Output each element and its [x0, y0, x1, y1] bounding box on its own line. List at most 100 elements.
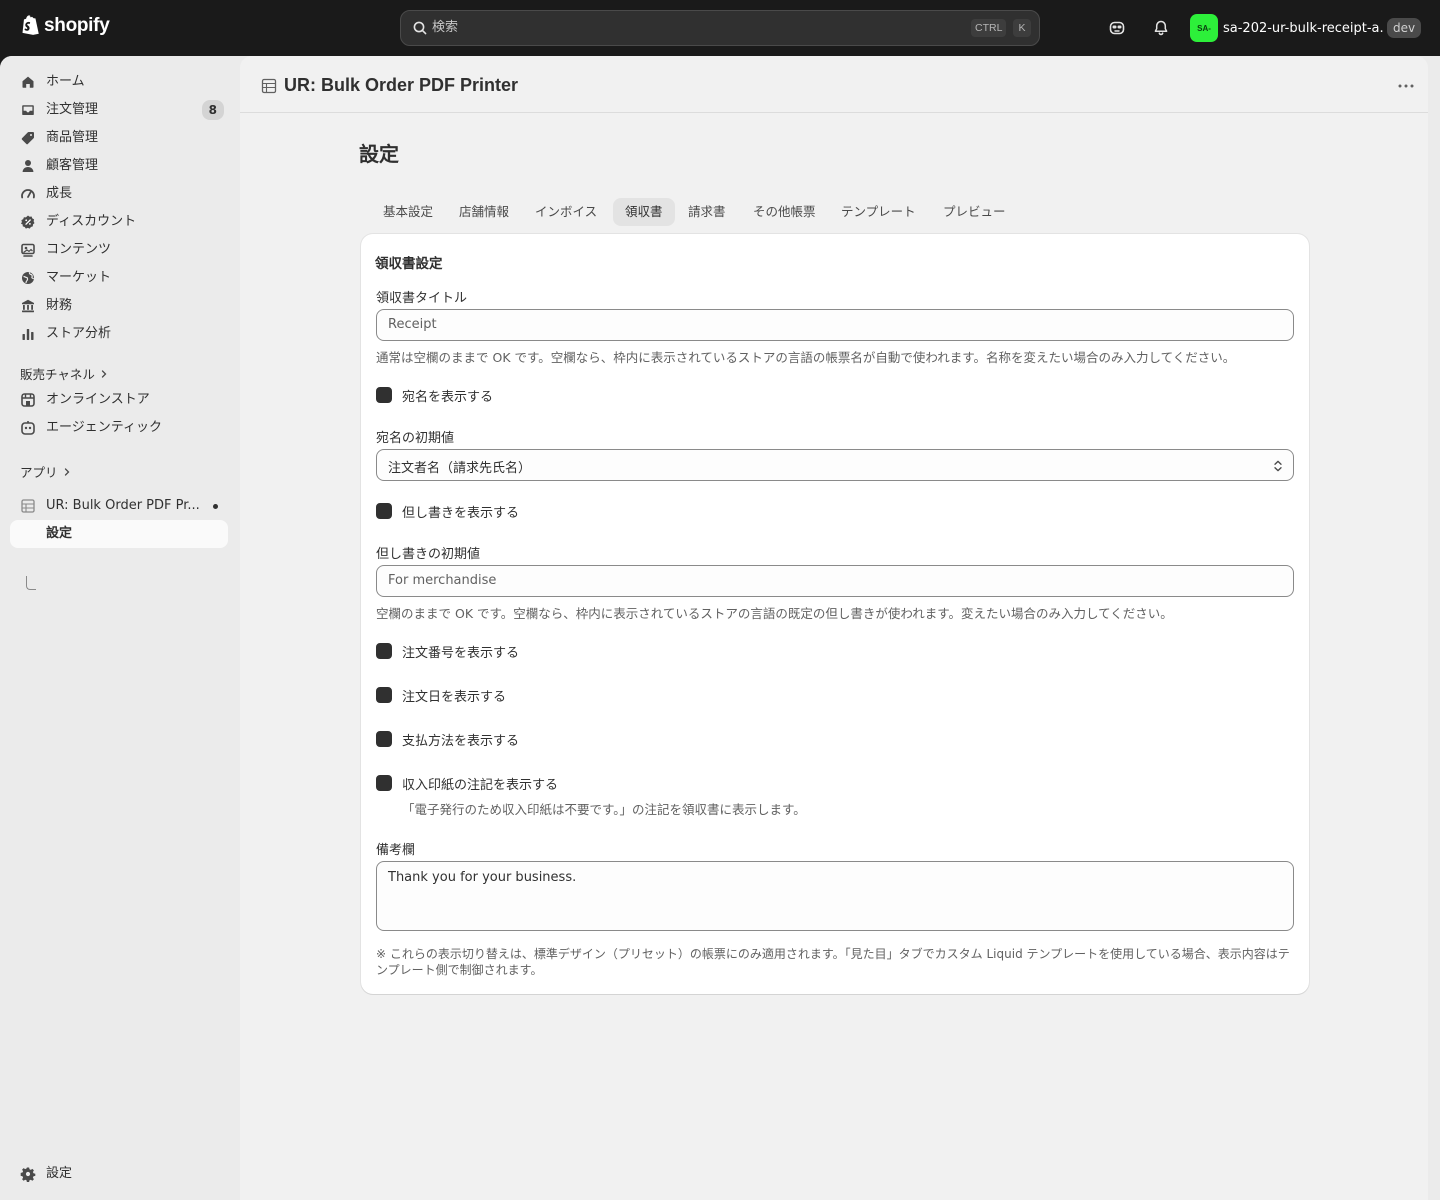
receipt-title-input[interactable]: Receipt — [376, 309, 1294, 341]
sidebar-item-home[interactable]: ホーム — [10, 68, 228, 96]
checkbox-label: 但し書きを表示する — [402, 505, 520, 521]
sidebar-item-app[interactable]: UR: Bulk Order PDF Pr... — [10, 492, 228, 520]
sidebar-item-label: ディスカウント — [46, 214, 137, 229]
app-title-bar: UR: Bulk Order PDF Printer — [240, 56, 1428, 113]
main-content: UR: Bulk Order PDF Printer 設定 基本設定 店舗情報 … — [240, 56, 1428, 1200]
sidebar-item-label: ストア分析 — [46, 326, 112, 341]
checkbox-label: 支払方法を表示する — [402, 733, 520, 749]
content-icon — [21, 243, 35, 257]
sidekick-button[interactable] — [1105, 16, 1129, 40]
shopify-bag-icon — [22, 15, 39, 35]
checkbox-box[interactable] — [376, 387, 392, 403]
app-table-icon — [261, 78, 277, 94]
sidebar-item-agentic[interactable]: エージェンティック — [10, 414, 228, 442]
show-order-number-checkbox[interactable]: 注文番号を表示する — [376, 642, 520, 661]
sidebar-item-label: コンテンツ — [46, 242, 112, 257]
checkbox-box[interactable] — [376, 687, 392, 703]
tab-basic[interactable]: 基本設定 — [371, 198, 445, 226]
sidekick-icon — [1109, 21, 1125, 35]
more-actions-button[interactable] — [1392, 74, 1420, 98]
store-icon — [21, 393, 35, 407]
sidebar-item-settings[interactable]: 設定 — [10, 1160, 228, 1188]
receipt-title-help: 通常は空欄のままで OK です。空欄なら、枠内に表示されているストアの言語の帳票… — [376, 350, 1236, 365]
sidebar-item-customers[interactable]: 顧客管理 — [10, 152, 228, 180]
store-env-badge: dev — [1387, 18, 1422, 38]
gauge-icon — [21, 189, 35, 199]
sidebar: ホーム 注文管理 8 商品管理 顧客管理 成長 ディスカウント コンテンツ マー… — [0, 56, 240, 1200]
proviso-default-label: 但し書きの初期値 — [376, 547, 481, 562]
app-pin-dot[interactable] — [213, 504, 218, 509]
checkbox-box[interactable] — [376, 775, 392, 791]
tab-invoice[interactable]: インボイス — [523, 198, 609, 226]
gear-icon — [20, 1167, 36, 1182]
card-title: 領収書設定 — [375, 256, 443, 272]
chevron-right-icon — [101, 369, 107, 378]
tab-template[interactable]: テンプレート — [829, 198, 928, 226]
apps-heading[interactable]: アプリ — [20, 462, 72, 481]
sidebar-item-label: マーケット — [46, 270, 112, 285]
page-title: 設定 — [359, 142, 399, 166]
addressee-default-select[interactable]: 注文者名（請求先氏名） — [376, 449, 1294, 481]
checkbox-box[interactable] — [376, 731, 392, 747]
sidebar-item-app-settings[interactable]: 設定 — [10, 520, 228, 548]
inbox-icon — [22, 105, 34, 115]
proviso-help: 空欄のままで OK です。空欄なら、枠内に表示されているストアの言語の既定の但し… — [376, 606, 1173, 621]
show-stamp-note-checkbox[interactable]: 収入印紙の注記を表示する — [376, 774, 559, 793]
proviso-default-input[interactable]: For merchandise — [376, 565, 1294, 597]
tab-store-info[interactable]: 店舗情報 — [447, 198, 521, 226]
tab-other-documents[interactable]: その他帳票 — [741, 198, 828, 226]
store-menu-button[interactable]: SA- sa-202-ur-bulk-receipt-a... dev — [1190, 14, 1422, 42]
show-payment-method-checkbox[interactable]: 支払方法を表示する — [376, 730, 520, 749]
sales-channels-heading[interactable]: 販売チャネル — [20, 364, 109, 383]
tree-connector — [26, 576, 36, 590]
sidebar-item-label: 設定 — [46, 526, 73, 541]
select-chevron-icon — [1274, 460, 1282, 472]
checkbox-label: 宛名を表示する — [402, 389, 494, 405]
receipt-title-label: 領収書タイトル — [376, 291, 468, 306]
scrollbar[interactable] — [1428, 56, 1440, 1200]
sidebar-item-label: エージェンティック — [46, 420, 162, 435]
shopify-logo[interactable]: shopify — [20, 14, 110, 38]
remarks-textarea[interactable]: Thank you for your business. — [376, 861, 1294, 931]
addressee-default-label: 宛名の初期値 — [376, 431, 455, 446]
checkbox-label: 収入印紙の注記を表示する — [402, 777, 559, 793]
ellipsis-icon — [1398, 84, 1414, 88]
sidebar-item-label: 顧客管理 — [46, 158, 99, 173]
store-avatar: SA- — [1190, 14, 1218, 42]
sidebar-item-orders[interactable]: 注文管理 8 — [10, 96, 228, 124]
sidebar-item-growth[interactable]: 成長 — [10, 180, 228, 208]
sidebar-item-products[interactable]: 商品管理 — [10, 124, 228, 152]
sidebar-item-online-store[interactable]: オンラインストア — [10, 386, 228, 414]
show-proviso-checkbox[interactable]: 但し書きを表示する — [376, 502, 520, 521]
checkbox-box[interactable] — [376, 503, 392, 519]
sidebar-item-content[interactable]: コンテンツ — [10, 236, 228, 264]
tab-preview[interactable]: プレビュー — [931, 198, 1018, 226]
shortcut-k-key: K — [1013, 19, 1031, 37]
sidebar-item-markets[interactable]: マーケット — [10, 264, 228, 292]
tab-bill[interactable]: 請求書 — [676, 198, 738, 226]
top-bar: shopify 検索 CTRL K SA- sa-202-ur-bulk-rec… — [0, 0, 1440, 56]
sidebar-item-finance[interactable]: 財務 — [10, 292, 228, 320]
show-addressee-checkbox[interactable]: 宛名を表示する — [376, 386, 494, 405]
tab-receipt[interactable]: 領収書 — [613, 198, 675, 226]
store-name: sa-202-ur-bulk-receipt-a... — [1223, 20, 1383, 36]
chevron-right-icon — [64, 467, 69, 476]
sidebar-item-label: オンラインストア — [46, 392, 150, 407]
person-icon — [22, 160, 34, 172]
checkbox-label: 注文日を表示する — [402, 689, 507, 705]
sidebar-item-discounts[interactable]: ディスカウント — [10, 208, 228, 236]
show-order-date-checkbox[interactable]: 注文日を表示する — [376, 686, 507, 705]
search-input[interactable]: 検索 CTRL K — [400, 10, 1040, 46]
agent-icon — [21, 421, 35, 435]
checkbox-box[interactable] — [376, 643, 392, 659]
admin-shell: ホーム 注文管理 8 商品管理 顧客管理 成長 ディスカウント コンテンツ マー… — [0, 56, 1440, 1200]
checkbox-label: 注文番号を表示する — [402, 645, 520, 661]
app-table-icon — [21, 499, 35, 513]
sidebar-item-analytics[interactable]: ストア分析 — [10, 320, 228, 348]
sidebar-item-label: 成長 — [46, 186, 73, 201]
bank-icon — [22, 299, 34, 313]
sidebar-item-label: UR: Bulk Order PDF Pr... — [46, 498, 200, 513]
notifications-button[interactable] — [1149, 16, 1173, 40]
select-value: 注文者名（請求先氏名） — [388, 461, 532, 476]
shopify-wordmark: shopify — [44, 15, 110, 36]
